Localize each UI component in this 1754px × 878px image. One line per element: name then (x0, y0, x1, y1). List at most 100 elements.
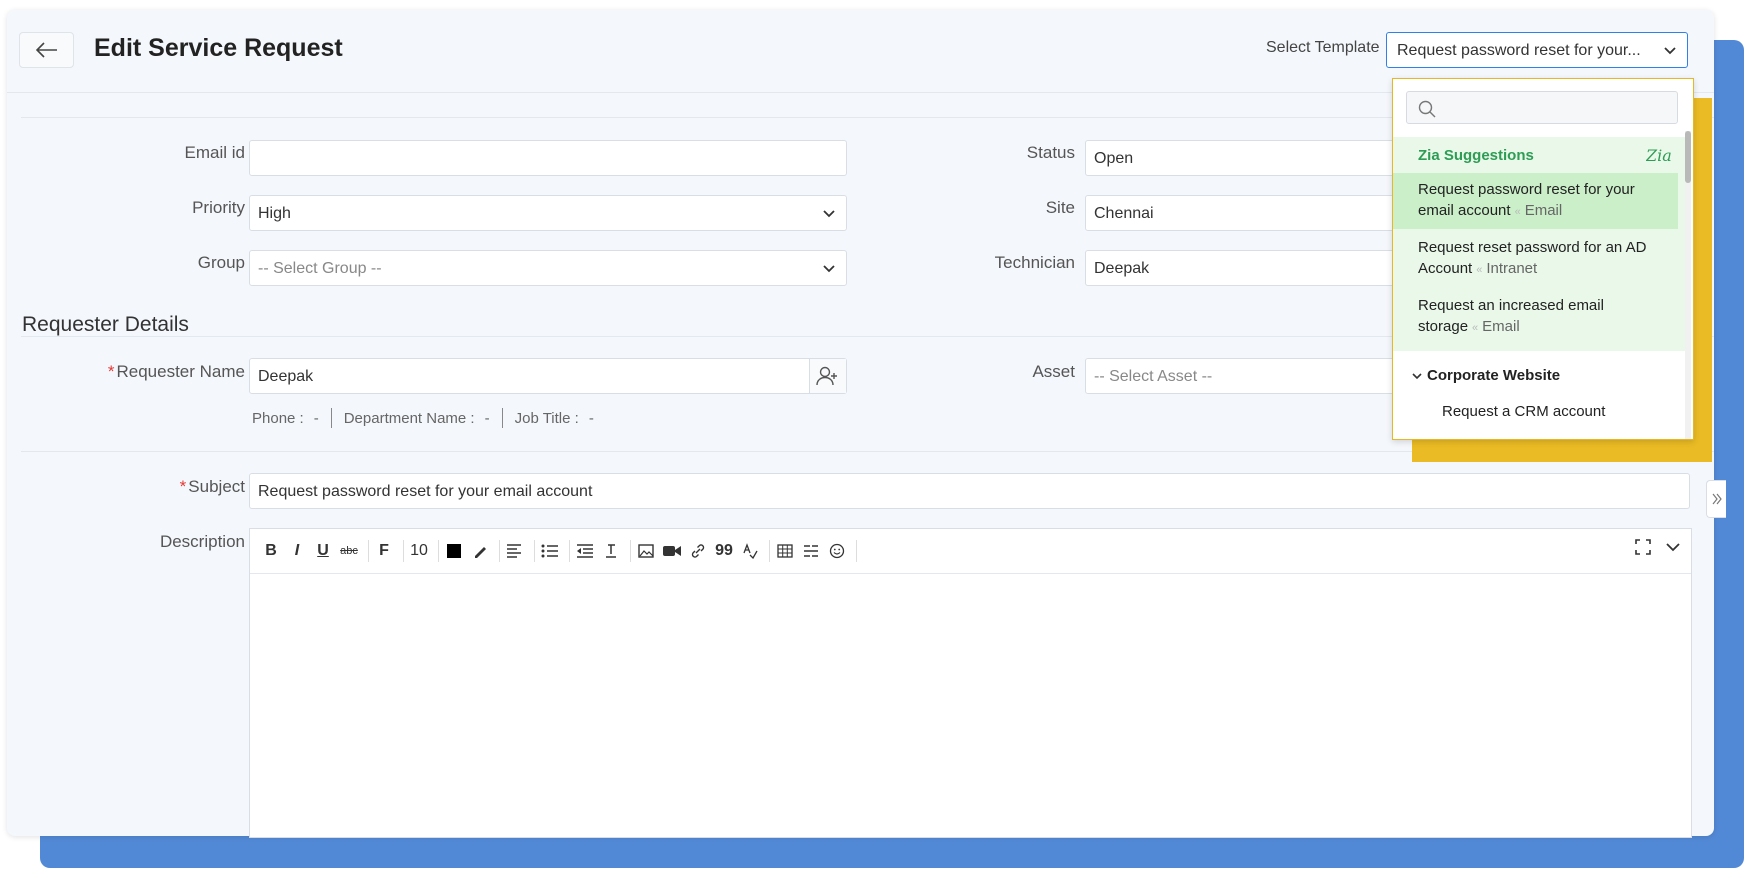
paragraph-format-icon[interactable] (600, 539, 622, 563)
required-marker: * (179, 477, 187, 496)
quote-button[interactable]: 99 (713, 539, 735, 563)
job-title-value: - (588, 409, 594, 427)
align-icon[interactable] (504, 539, 526, 563)
toolbar-divider (769, 540, 770, 562)
email-label: Email id (184, 143, 245, 162)
requester-name-label-text: Requester Name (116, 362, 245, 381)
subject-label: * Subject (67, 477, 245, 497)
description-label: Description (159, 532, 245, 551)
info-divider (330, 408, 332, 428)
video-icon[interactable] (661, 539, 683, 563)
add-user-button[interactable] (809, 359, 846, 393)
chevron-down-icon (1664, 47, 1676, 55)
department-value: - (484, 409, 490, 427)
info-divider (501, 408, 503, 428)
requester-details-heading: Requester Details (22, 313, 189, 336)
requester-info: Phone : - Department Name : - Job Title … (252, 408, 594, 428)
suggestion-title: Request reset password for an AD (1418, 239, 1647, 256)
toolbar-divider (499, 540, 500, 562)
outdent-icon[interactable] (574, 539, 596, 563)
description-editor[interactable]: B I U abc F 10 99 (249, 528, 1692, 838)
template-dropdown: Zia Suggestions Zia Request password res… (1392, 78, 1694, 440)
side-panel-toggle[interactable] (1706, 480, 1726, 518)
toolbar-divider (630, 540, 631, 562)
chevron-down-icon (823, 265, 835, 273)
font-family-button[interactable]: F (373, 539, 395, 563)
spell-check-icon[interactable] (739, 539, 761, 563)
suggestion-title-cont: Account (1418, 260, 1473, 277)
asset-select[interactable]: -- Select Asset -- (1085, 358, 1405, 394)
underline-button[interactable]: U (312, 539, 334, 563)
email-field[interactable] (249, 140, 847, 176)
add-user-icon (816, 366, 837, 386)
template-search-input[interactable] (1406, 91, 1678, 124)
suggestion-title: Request password reset for your (1418, 181, 1635, 198)
scrollbar-thumb[interactable] (1685, 131, 1691, 183)
editor-toolbar: B I U abc F 10 99 (250, 529, 1691, 574)
double-chevron-right-icon (1712, 493, 1722, 505)
horizontal-rule-icon[interactable] (800, 539, 822, 563)
page-title: Edit Service Request (94, 34, 343, 62)
status-label: Status (1026, 143, 1075, 162)
table-icon[interactable] (774, 539, 796, 563)
strikethrough-button[interactable]: abc (338, 539, 360, 563)
template-group-label: Corporate Website (1427, 367, 1561, 384)
suggestion-title-cont: email account (1418, 202, 1511, 219)
editor-toolbar-right (1635, 539, 1681, 555)
template-item[interactable]: Request a CRM account (1442, 403, 1605, 420)
subject-label-text: Subject (188, 477, 245, 496)
fullscreen-icon[interactable] (1635, 539, 1651, 555)
department-label: Department Name : (343, 409, 475, 427)
back-button[interactable] (19, 32, 74, 68)
required-marker: * (107, 362, 115, 381)
subject-field[interactable]: Request password reset for your email ac… (249, 473, 1690, 509)
chevron-down-icon[interactable] (1665, 539, 1681, 555)
italic-button[interactable]: I (286, 539, 308, 563)
priority-select[interactable]: High (249, 195, 847, 231)
edit-request-card: Edit Service Request Select Template Req… (7, 10, 1726, 838)
suggestion-item[interactable]: Request password reset for your email ac… (1393, 173, 1678, 229)
group-label: Group (197, 253, 245, 272)
link-icon[interactable] (687, 539, 709, 563)
group-select[interactable]: -- Select Group -- (249, 250, 847, 286)
text-color-icon[interactable] (443, 539, 465, 563)
select-template-label: Select Template (1266, 39, 1380, 56)
svg-text:Zia: Zia (1646, 146, 1672, 165)
bold-button[interactable]: B (260, 539, 282, 563)
font-size-button[interactable]: 10 (408, 539, 430, 563)
bulleted-list-icon[interactable] (539, 539, 561, 563)
site-select[interactable]: Chennai (1085, 195, 1405, 231)
template-select-value: Request password reset for your... (1397, 42, 1641, 59)
chevron-down-icon (1412, 372, 1422, 379)
template-group-header[interactable]: Corporate Website (1411, 367, 1560, 384)
search-icon (1418, 100, 1436, 118)
emoji-icon[interactable] (826, 539, 848, 563)
highlight-icon[interactable] (469, 539, 491, 563)
toolbar-divider (368, 540, 369, 562)
chevron-down-icon (823, 210, 835, 218)
phone-label: Phone : (252, 409, 304, 427)
toolbar-divider (856, 540, 857, 562)
zia-suggestions-section: Zia Suggestions Zia Request password res… (1393, 137, 1686, 351)
suggestion-item[interactable]: Request reset password for an AD Account… (1393, 231, 1678, 287)
toolbar-divider (569, 540, 570, 562)
status-select[interactable]: Open (1085, 140, 1405, 176)
toolbar-divider (534, 540, 535, 562)
zia-suggestions-heading: Zia Suggestions (1418, 147, 1534, 164)
suggestion-item[interactable]: Request an increased email storage «Email (1393, 289, 1678, 345)
technician-select[interactable]: Deepak (1085, 250, 1405, 286)
priority-label: Priority (192, 198, 245, 217)
image-icon[interactable] (635, 539, 657, 563)
phone-value: - (313, 409, 319, 427)
template-select[interactable]: Request password reset for your... (1386, 32, 1688, 68)
suggestion-title: Request an increased email (1418, 297, 1604, 314)
requester-name-value: Deepak (258, 368, 314, 385)
priority-value: High (258, 205, 291, 222)
suggestion-category: Intranet (1486, 260, 1538, 277)
group-value: -- Select Group -- (258, 260, 382, 277)
toolbar-divider (438, 540, 439, 562)
requester-name-label: * Requester Name (67, 362, 245, 382)
technician-label: Technician (994, 253, 1075, 272)
requester-name-field[interactable]: Deepak (249, 358, 847, 394)
dropdown-scrollbar[interactable] (1685, 131, 1691, 439)
